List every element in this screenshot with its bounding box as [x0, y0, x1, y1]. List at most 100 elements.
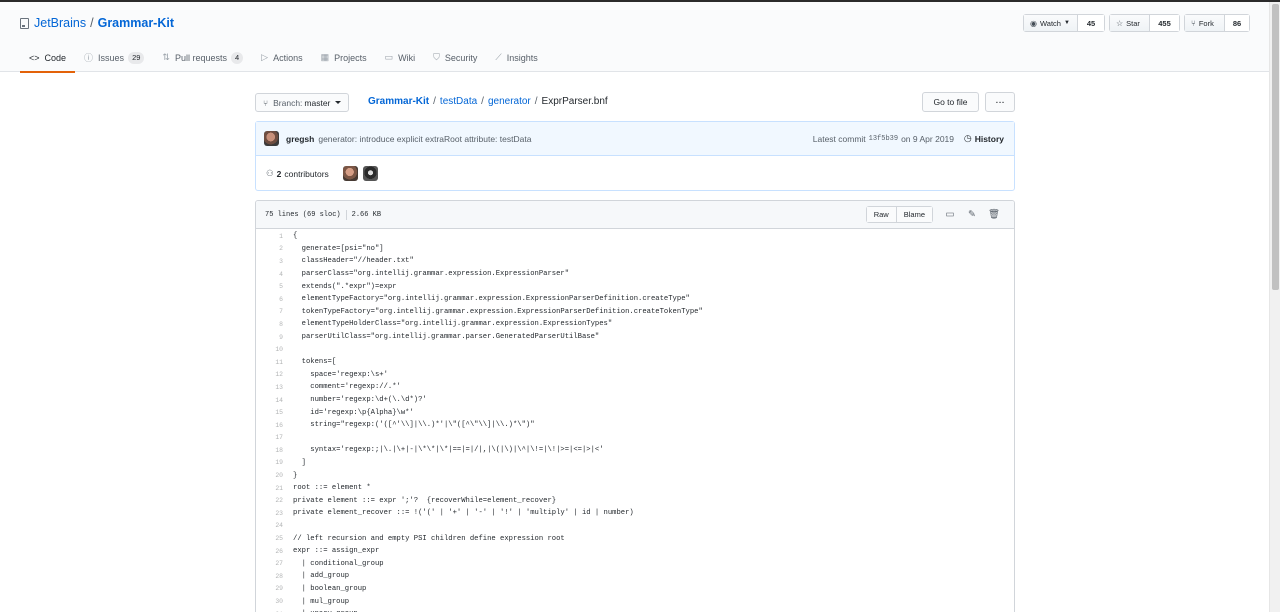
code-view: 1{2 generate=[psi="no"] 3 classHeader="//…: [256, 229, 1014, 612]
tab-code[interactable]: <> Code: [20, 44, 76, 73]
breadcrumb-generator-link[interactable]: generator: [488, 96, 531, 107]
line-number[interactable]: 26: [256, 548, 284, 555]
tab-actions[interactable]: ▷ Actions: [252, 44, 311, 73]
tab-wiki[interactable]: ▭ Wiki: [376, 44, 425, 73]
line-number[interactable]: 14: [256, 397, 284, 404]
branch-icon: ⑂: [263, 97, 269, 108]
line-number[interactable]: 20: [256, 472, 284, 479]
line-number[interactable]: 10: [256, 346, 284, 353]
commit-author[interactable]: gregsh: [286, 134, 314, 144]
code-line: 15 id='regexp:\p{Alpha}\w*': [256, 406, 1014, 419]
raw-button[interactable]: Raw: [866, 207, 896, 222]
line-number[interactable]: 15: [256, 409, 284, 416]
star-button[interactable]: ☆ Star: [1110, 15, 1150, 31]
code-line: 24: [256, 520, 1014, 533]
tab-insights[interactable]: ⟋ Insights: [486, 44, 546, 73]
file-info-divider: [345, 209, 347, 220]
line-number[interactable]: 30: [256, 598, 284, 605]
fork-icon: ⑂: [1191, 18, 1196, 28]
fork-button[interactable]: ⑂ Fork: [1185, 15, 1225, 31]
issue-icon: ⓘ: [84, 53, 94, 63]
scrollbar-thumb[interactable]: [1272, 4, 1279, 290]
breadcrumb-repo-link[interactable]: Grammar-Kit: [368, 96, 429, 107]
contributors-label[interactable]: contributors: [284, 169, 328, 179]
trash-icon[interactable]: 🗑: [983, 209, 1005, 220]
code-line: 3 classHeader="//header.txt": [256, 255, 1014, 268]
line-number[interactable]: 6: [256, 296, 284, 303]
line-content: // left recursion and empty PSI children…: [293, 534, 565, 543]
history-link[interactable]: ◷ History: [964, 133, 1004, 144]
line-number[interactable]: 28: [256, 573, 284, 580]
fork-label: Fork: [1198, 18, 1214, 28]
line-number[interactable]: 17: [256, 434, 284, 441]
star-label: Star: [1126, 18, 1140, 28]
line-number[interactable]: 22: [256, 497, 284, 504]
line-number[interactable]: 9: [256, 334, 284, 341]
line-number[interactable]: 4: [256, 271, 284, 278]
watch-count[interactable]: 45: [1078, 15, 1104, 31]
line-content: tokens=[: [293, 358, 337, 367]
line-number[interactable]: 3: [256, 258, 284, 265]
line-content: | mul_group: [293, 597, 350, 606]
avatar[interactable]: [362, 166, 378, 181]
line-content: id='regexp:\p{Alpha}\w*': [293, 408, 414, 417]
repo-owner-link[interactable]: JetBrains: [34, 16, 86, 30]
repo-name-link[interactable]: Grammar-Kit: [98, 16, 174, 30]
go-to-file-button[interactable]: Go to file: [922, 92, 979, 112]
pencil-icon[interactable]: ✎: [961, 209, 983, 220]
code-line: 23 private element_recover ::= !('(' | '+…: [256, 507, 1014, 520]
line-number[interactable]: 11: [256, 359, 284, 366]
tab-issues[interactable]: ⓘ Issues 29: [75, 44, 153, 73]
commit-message[interactable]: generator: introduce explicit extraRoot …: [318, 134, 531, 144]
code-line: 5 extends(".*expr")=expr: [256, 280, 1014, 293]
caret-down-icon: ▼: [1063, 20, 1070, 26]
repo-title: JetBrains / Grammar-Kit: [20, 16, 174, 30]
line-number[interactable]: 23: [256, 510, 284, 517]
watch-button[interactable]: ◉ Watch ▼: [1024, 15, 1078, 31]
fork-count[interactable]: 86: [1225, 15, 1249, 31]
more-options-button[interactable]: ...: [985, 92, 1015, 112]
code-line: 26 expr ::= assign_expr: [256, 545, 1014, 558]
breadcrumb-testdata-link[interactable]: testData: [440, 96, 477, 107]
avatar[interactable]: [264, 131, 279, 146]
code-line: 18 syntax='regexp:;|\.|\+|-|\*\*|\*|==|=…: [256, 444, 1014, 457]
tab-pull-requests[interactable]: ⇅ Pull requests 4: [153, 44, 252, 73]
line-number[interactable]: 29: [256, 585, 284, 592]
line-number[interactable]: 21: [256, 485, 284, 492]
blame-button[interactable]: Blame: [895, 207, 932, 222]
line-number[interactable]: 7: [256, 308, 284, 315]
file-size: 2.66 KB: [351, 210, 382, 219]
line-number[interactable]: 8: [256, 321, 284, 328]
line-number[interactable]: 27: [256, 560, 284, 567]
code-line: 10: [256, 343, 1014, 356]
code-line: 8 elementTypeHolderClass="org.intellij.g…: [256, 318, 1014, 331]
line-number[interactable]: 5: [256, 283, 284, 290]
repo-title-separator: /: [90, 16, 94, 30]
line-number[interactable]: 16: [256, 422, 284, 429]
star-count[interactable]: 455: [1150, 15, 1179, 31]
tab-security[interactable]: ⛉ Security: [424, 44, 486, 73]
code-line: 31 | unary_group: [256, 608, 1014, 612]
line-content: | add_group: [293, 572, 350, 581]
code-line: 11 tokens=[: [256, 356, 1014, 369]
commit-sha[interactable]: 13f5b39: [869, 135, 898, 143]
line-number[interactable]: 1: [256, 233, 284, 240]
contributors-count[interactable]: 2: [277, 169, 282, 179]
line-number[interactable]: 13: [256, 384, 284, 391]
line-number[interactable]: 18: [256, 447, 284, 454]
line-number[interactable]: 19: [256, 459, 284, 466]
code-line: 7 tokenTypeFactory="org.intellij.grammar…: [256, 306, 1014, 319]
desktop-icon[interactable]: ▭: [939, 209, 961, 220]
tab-projects[interactable]: ▦ Projects: [312, 44, 376, 73]
line-content: string="regexp:('([^'\\]|\\.)*'|\"([^\"\…: [293, 421, 535, 430]
line-content: space='regexp:\s+': [293, 370, 388, 379]
line-number[interactable]: 25: [256, 535, 284, 542]
code-line: 16 string="regexp:('([^'\\]|\\.)*'|\"([^…: [256, 419, 1014, 432]
branch-select-button[interactable]: ⑂ Branch: master: [255, 93, 350, 112]
line-number[interactable]: 24: [256, 522, 284, 529]
line-number[interactable]: 12: [256, 371, 284, 378]
code-line: 4 parserClass="org.intellij.grammar.expr…: [256, 268, 1014, 281]
avatar[interactable]: [342, 166, 358, 181]
vertical-scrollbar[interactable]: [1269, 2, 1280, 612]
line-number[interactable]: 2: [256, 245, 284, 252]
